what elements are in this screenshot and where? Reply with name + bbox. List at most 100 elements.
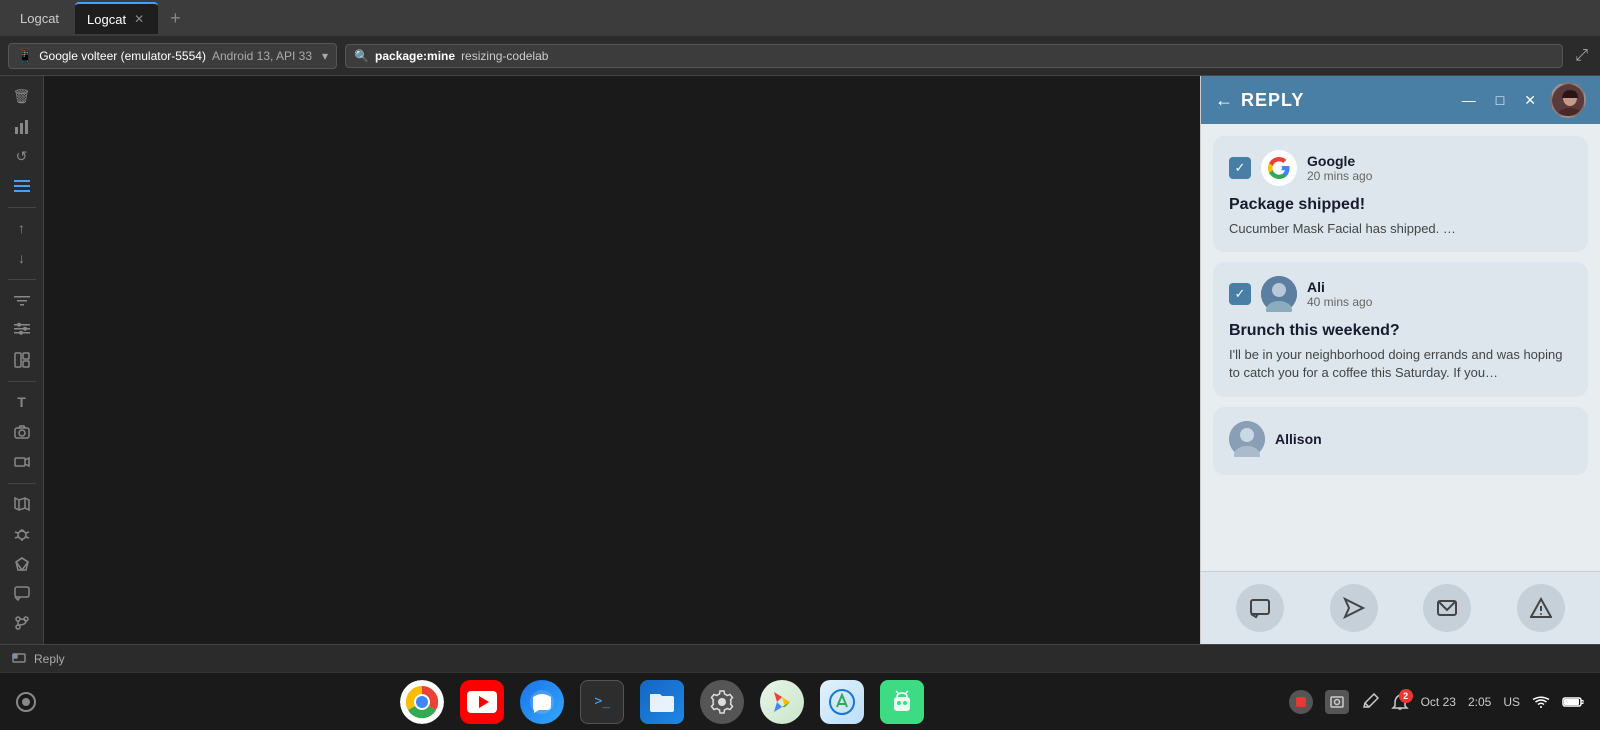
messages-app[interactable] [520,680,564,724]
panel-header: ← REPLY — □ ✕ [1201,76,1600,124]
panel-action-bar [1201,571,1600,644]
notif-checkbox-ali[interactable]: ✓ [1229,283,1251,305]
taskbar-center: >_ [400,680,924,724]
notifications-list: ✓ Google 20 mins ago [1201,124,1600,571]
notif-header-allison: Allison [1229,421,1572,457]
panel-header-right: — □ ✕ [1456,82,1586,118]
text-icon[interactable]: T [6,390,38,416]
maximize-button[interactable]: □ [1490,90,1510,110]
android-app[interactable] [880,680,924,724]
chevron-down-icon: ▾ [322,49,328,63]
sidebar-divider-3 [8,381,36,382]
notif-time-ali: 40 mins ago [1307,295,1372,309]
stop-record-btn[interactable] [1289,690,1313,714]
taskbar: >_ [0,672,1600,730]
up-icon[interactable]: ↑ [6,216,38,242]
settings-filter-icon[interactable] [6,317,38,343]
video-icon[interactable] [6,449,38,475]
git-icon[interactable] [6,610,38,636]
filter-icon: 🔍 [354,49,369,63]
tab-label-1: Logcat [20,11,59,26]
notif-meta-allison: Allison [1275,431,1322,447]
ali-app-icon [1261,276,1297,312]
layout-icon[interactable] [6,347,38,373]
logcat-bottom-bar: Reply [0,644,1600,672]
record-button[interactable] [16,692,36,712]
message-icon[interactable] [6,581,38,607]
notif-time-google: 20 mins ago [1307,169,1372,183]
refresh-icon[interactable]: ↺ [6,143,38,169]
device-selector[interactable]: 📱 Google volteer (emulator-5554) Android… [8,43,337,69]
notif-checkbox-google[interactable]: ✓ [1229,157,1251,179]
toolbar: 📱 Google volteer (emulator-5554) Android… [0,36,1600,76]
studio-app[interactable] [820,680,864,724]
sidebar-divider-2 [8,279,36,280]
gem-icon[interactable] [6,551,38,577]
panel-header-left: ← REPLY [1215,90,1304,111]
back-button[interactable]: ← [1215,90,1233,111]
taskbar-left [16,692,36,712]
tab-add-btn[interactable]: + [162,4,189,33]
notification-badge-area[interactable]: 2 [1391,693,1409,711]
map-icon[interactable] [6,491,38,517]
filter-package: package:mine [375,49,455,63]
logcat-active-icon[interactable] [6,173,38,199]
notif-sender-google: Google [1307,153,1372,169]
taskbar-right: 2 Oct 23 2:05 US [1289,690,1584,714]
region-text: US [1503,695,1520,709]
play-app[interactable] [760,680,804,724]
left-sidebar: 🗑 ↺ ↑ ↓ T [0,76,44,644]
tab-logcat-1[interactable]: Logcat [8,2,71,34]
notif-title-google: Package shipped! [1229,196,1572,214]
wifi-icon [1532,695,1550,709]
chart-icon[interactable] [6,114,38,140]
notif-sender-allison: Allison [1275,431,1322,447]
notification-card-ali: ✓ Ali 40 mins ago Brunch this weekend? [1213,262,1588,396]
battery-icon [1562,696,1584,708]
filter-bar[interactable]: 🔍 package:mine resizing-codelab [345,44,1563,68]
allison-app-icon [1229,421,1265,457]
notif-header-google: ✓ Google 20 mins ago [1229,150,1572,186]
files-app[interactable] [640,680,684,724]
filter-value: resizing-codelab [461,49,548,63]
panel-title: REPLY [1241,90,1304,111]
notification-card-google: ✓ Google 20 mins ago [1213,136,1588,252]
filter-lines-icon[interactable] [6,288,38,314]
send-action-button[interactable] [1330,584,1378,632]
time-text: 2:05 [1468,695,1491,709]
sidebar-divider-4 [8,483,36,484]
notif-sender-ali: Ali [1307,279,1372,295]
notif-body-ali: I'll be in your neighborhood doing erran… [1229,346,1572,382]
youtube-app[interactable] [460,680,504,724]
bug-icon[interactable] [6,521,38,547]
tab-close-btn[interactable]: ✕ [132,10,146,28]
tab-logcat-2[interactable]: Logcat ✕ [75,2,158,34]
down-icon[interactable]: ↓ [6,245,38,271]
device-name: Google volteer (emulator-5554) [39,49,206,63]
terminal-app[interactable]: >_ [580,680,624,724]
minimize-button[interactable]: — [1456,90,1482,110]
expand-icon[interactable]: ⤢ [1571,43,1592,69]
pen-btn[interactable] [1361,693,1379,711]
settings-app[interactable] [700,680,744,724]
mail-action-button[interactable] [1423,584,1471,632]
chrome-app[interactable] [400,680,444,724]
notif-header-ali: ✓ Ali 40 mins ago [1229,276,1572,312]
avatar [1550,82,1586,118]
tab-label-2: Logcat [87,12,126,27]
notification-card-allison: Allison [1213,407,1588,475]
close-button[interactable]: ✕ [1518,90,1542,111]
message-action-button[interactable] [1236,584,1284,632]
main-content: 🗑 ↺ ↑ ↓ T [0,76,1600,644]
screenshot-btn[interactable] [1325,690,1349,714]
logcat-reply-text: Reply [34,652,65,666]
notification-count: 2 [1399,689,1413,703]
date-text: Oct 23 [1421,695,1456,709]
camera-icon[interactable] [6,419,38,445]
right-panel: ← REPLY — □ ✕ [1200,76,1600,644]
notif-meta-ali: Ali 40 mins ago [1307,279,1372,309]
sidebar-divider-1 [8,207,36,208]
alert-action-button[interactable] [1517,584,1565,632]
delete-icon[interactable]: 🗑 [6,84,38,110]
log-area [44,76,1200,644]
